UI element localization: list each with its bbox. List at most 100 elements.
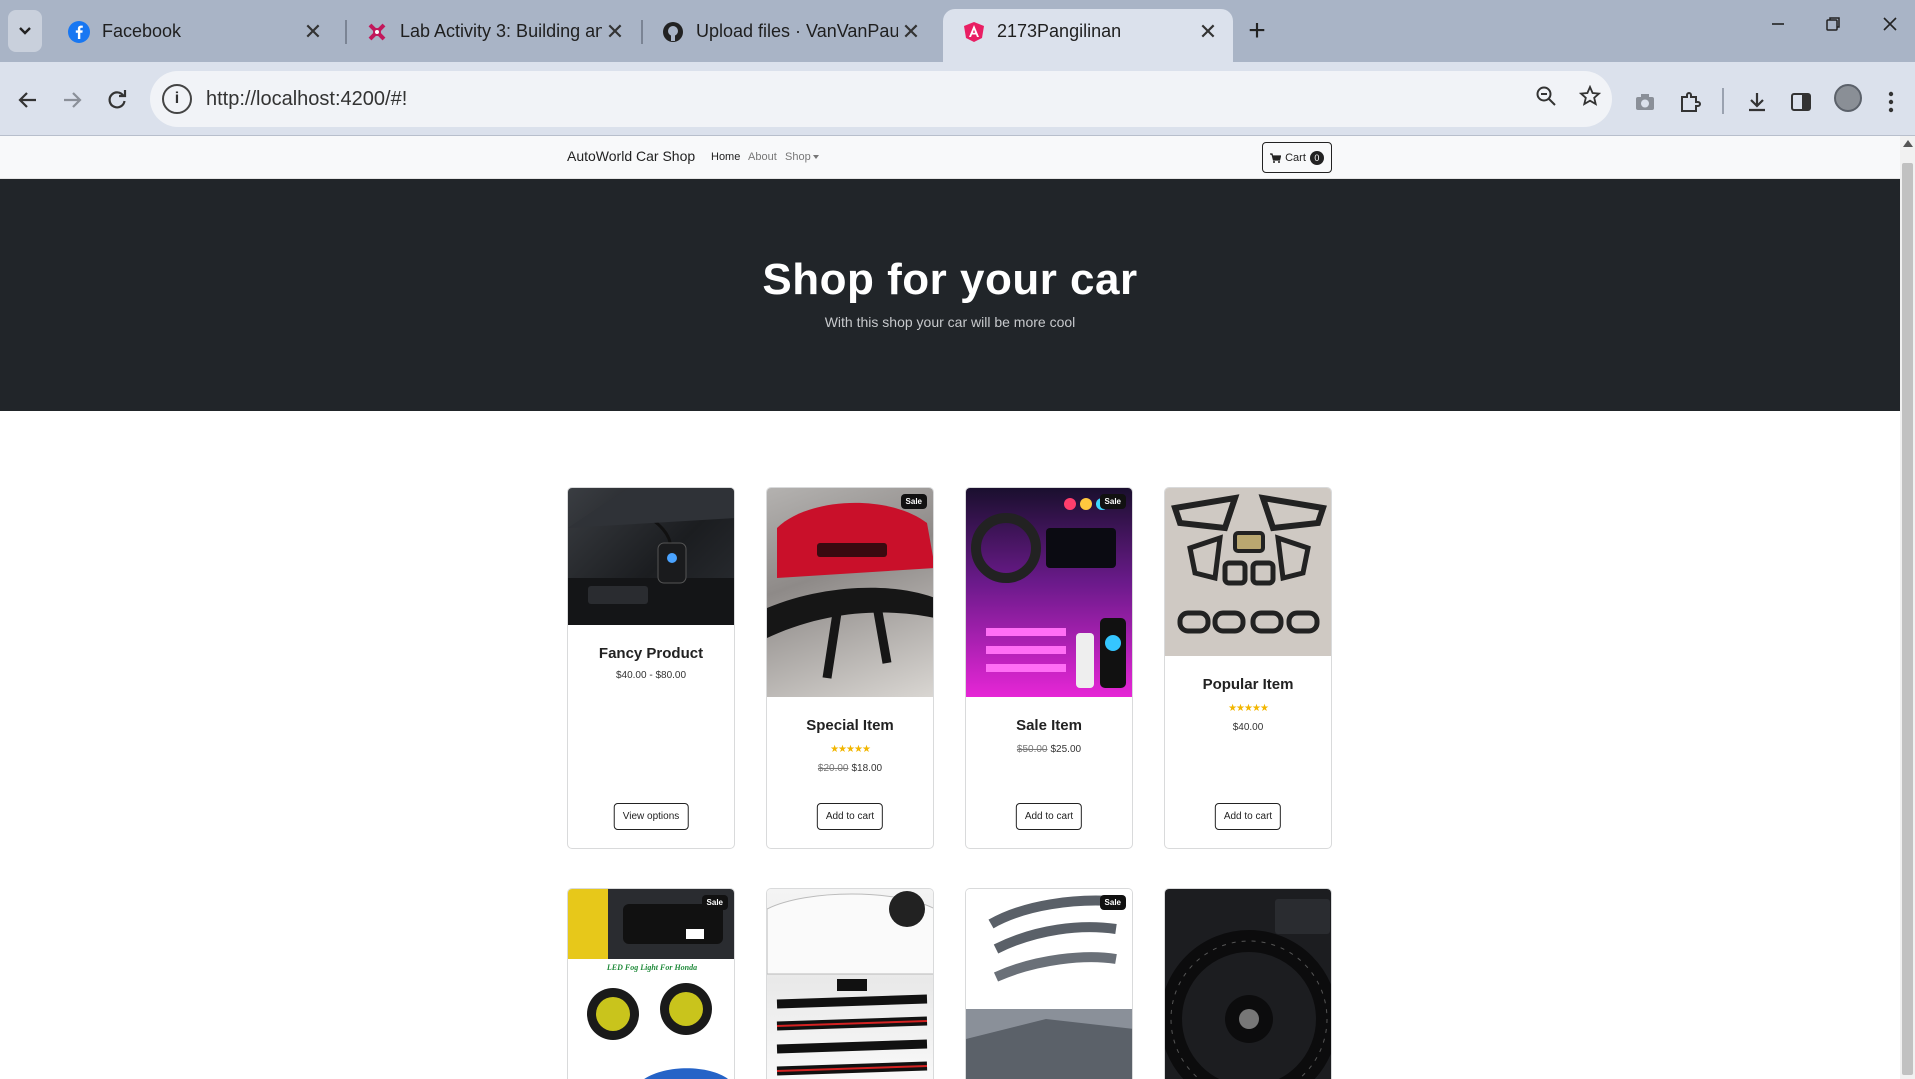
product-sale-price: $25.00 [1050, 744, 1082, 755]
product-card-steering-cover [1164, 888, 1332, 1079]
tab-github[interactable]: Upload files · VanVanPaulPaul/L ✕ [642, 9, 936, 54]
product-card-popular: Popular Item ★★★★★ $40.00 Add to cart [1164, 487, 1332, 849]
view-options-button[interactable]: View options [613, 803, 689, 830]
back-button[interactable] [8, 80, 48, 120]
add-to-cart-button[interactable]: Add to cart [816, 803, 884, 830]
close-icon[interactable]: ✕ [898, 19, 924, 45]
product-image[interactable]: LED Fog Light For Honda Sale [568, 889, 734, 1079]
product-price: $50.00 $25.00 [966, 744, 1132, 755]
camera-icon[interactable] [1625, 82, 1665, 122]
facebook-icon [68, 20, 90, 43]
nav-shop-dropdown[interactable]: Shop [785, 151, 819, 163]
product-old-price: $20.00 [817, 763, 849, 774]
product-old-price: $50.00 [1016, 744, 1048, 755]
product-image[interactable]: Sale [767, 488, 933, 697]
product-sale-price: $18.00 [851, 763, 883, 774]
sale-badge: Sale [1099, 895, 1126, 910]
minimize-icon [1772, 23, 1784, 25]
hero-header: Shop for your car With this shop your ca… [0, 179, 1900, 411]
product-card-special: Sale Special Item ★★★★★ $20.00 $18.00 Add… [766, 487, 934, 849]
nav-about-link[interactable]: About [748, 151, 777, 163]
product-card-fog-light: LED Fog Light For Honda Sale [567, 888, 735, 1079]
github-icon [663, 21, 683, 42]
product-image[interactable]: Sale [966, 889, 1132, 1079]
extensions-icon[interactable] [1670, 82, 1710, 122]
arrow-right-icon [64, 92, 82, 108]
product-image[interactable] [1165, 889, 1331, 1079]
tab-facebook[interactable]: Facebook ✕ [48, 9, 338, 54]
chevron-down-icon [19, 27, 31, 35]
cart-label: Cart [1285, 151, 1306, 164]
product-image[interactable] [1165, 488, 1331, 656]
sale-badge: Sale [701, 895, 728, 910]
rating-stars-icon: ★★★★★ [1228, 703, 1269, 714]
product-card-sale: Sale Sale Item $50.00 $25.00 Add to cart [965, 487, 1133, 849]
product-image[interactable] [568, 488, 734, 625]
image-caption: LED Fog Light For Honda [606, 963, 698, 972]
restore-icon [1826, 17, 1840, 31]
new-tab-button[interactable]: + [1240, 14, 1274, 48]
tab-active-2173pangilinan[interactable]: 2173Pangilinan ✕ [943, 9, 1233, 62]
tab-search-button[interactable] [8, 10, 42, 52]
tab-title: Facebook [102, 21, 182, 41]
caret-down-icon [812, 155, 819, 160]
url-text[interactable]: http://localhost:4200/#! [206, 88, 1524, 111]
product-card-window-visors: Sale [965, 888, 1133, 1079]
download-icon[interactable] [1737, 82, 1777, 122]
scroll-up-arrow-icon[interactable] [1903, 140, 1913, 147]
restore-button[interactable] [1803, 12, 1863, 38]
side-panel-icon[interactable] [1781, 82, 1821, 122]
close-icon[interactable]: ✕ [300, 19, 326, 45]
sale-badge: Sale [1099, 494, 1126, 509]
close-icon[interactable]: ✕ [1195, 19, 1221, 45]
site-brand[interactable]: AutoWorld Car Shop [567, 148, 695, 164]
nav-home-link[interactable]: Home [711, 151, 740, 163]
angular-icon [964, 21, 984, 42]
toolbar-divider [1722, 88, 1724, 114]
site-info-icon[interactable]: i [162, 84, 192, 114]
page-viewport: AutoWorld Car Shop Home About Shop Cart … [0, 136, 1900, 1079]
close-icon[interactable]: ✕ [602, 19, 628, 45]
product-price: $20.00 $18.00 [767, 763, 933, 774]
product-price: $40.00 - $80.00 [615, 670, 687, 681]
product-image[interactable]: Sale [966, 488, 1132, 697]
product-name: Popular Item [1202, 676, 1294, 693]
hero-title: Shop for your car [762, 255, 1138, 304]
profile-avatar[interactable] [1834, 84, 1862, 112]
sale-badge: Sale [900, 494, 927, 509]
product-card-fancy: Fancy Product $40.00 - $80.00 View optio… [567, 487, 735, 849]
bookmark-star-icon[interactable] [1568, 84, 1612, 113]
product-price: $40.00 [1232, 722, 1264, 733]
zoom-icon[interactable] [1524, 85, 1568, 113]
lab-icon [368, 23, 386, 40]
product-name: Fancy Product [598, 645, 704, 662]
scrollbar-thumb[interactable] [1902, 163, 1913, 1075]
address-bar[interactable]: i http://localhost:4200/#! [150, 71, 1612, 127]
forward-button[interactable] [52, 80, 92, 120]
close-icon [1883, 17, 1897, 31]
reload-icon [108, 90, 127, 109]
add-to-cart-button[interactable]: Add to cart [1214, 803, 1282, 830]
browser-toolbar: i http://localhost:4200/#! [0, 62, 1915, 136]
tab-title: Lab Activity 3: Building an SPA f [400, 21, 602, 41]
tab-lab-activity[interactable]: Lab Activity 3: Building an SPA f ✕ [346, 9, 640, 54]
add-to-cart-button[interactable]: Add to cart [1015, 803, 1083, 830]
rating-stars-icon: ★★★★★ [830, 744, 871, 755]
tab-strip: Facebook ✕ Lab Activity 3: Building an S… [0, 0, 1915, 62]
tab-title: 2173Pangilinan [997, 21, 1122, 41]
hero-subtitle: With this shop your car will be more coo… [824, 314, 1076, 330]
product-name: Special Item [806, 717, 894, 734]
arrow-left-icon [18, 92, 36, 108]
menu-kebab-icon[interactable] [1871, 82, 1911, 122]
cart-button[interactable]: Cart 0 [1262, 142, 1332, 173]
cart-icon [1270, 152, 1282, 163]
cart-count-badge: 0 [1309, 150, 1324, 165]
product-name: Sale Item [1016, 717, 1082, 734]
reload-button[interactable] [97, 80, 137, 120]
product-image[interactable] [767, 889, 933, 1079]
close-window-button[interactable] [1860, 12, 1915, 38]
minimize-button[interactable] [1748, 12, 1808, 38]
page-scrollbar[interactable] [1900, 136, 1915, 1079]
product-card-side-skirts [766, 888, 934, 1079]
nav-shop-label: Shop [785, 151, 811, 163]
